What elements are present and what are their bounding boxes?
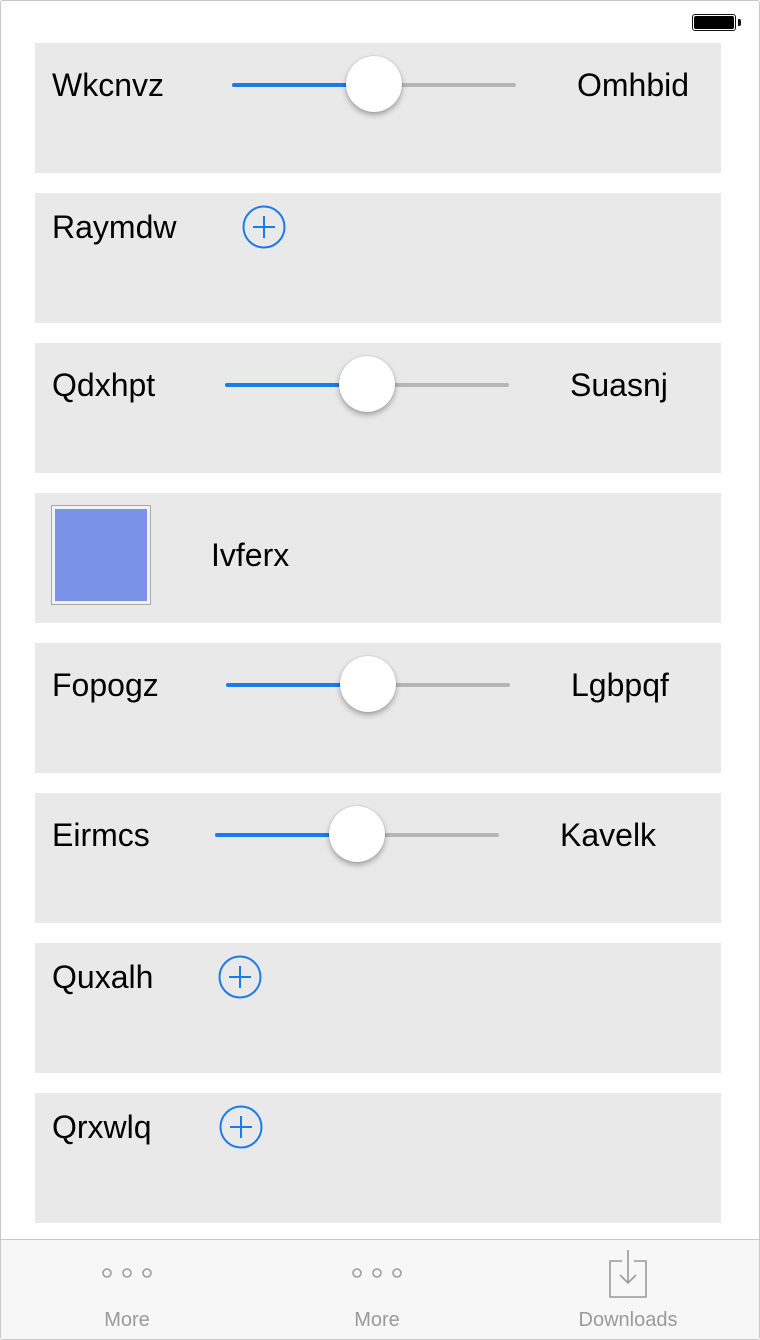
slider-thumb[interactable] bbox=[339, 356, 395, 412]
status-bar bbox=[1, 1, 759, 41]
slider[interactable] bbox=[232, 56, 516, 114]
tab-label: Downloads bbox=[578, 1309, 678, 1331]
tab-more-2[interactable]: More bbox=[277, 1240, 477, 1339]
tab-label: More bbox=[104, 1309, 150, 1331]
color-swatch-button[interactable] bbox=[51, 505, 151, 605]
more-dots-icon bbox=[352, 1268, 402, 1278]
slider[interactable] bbox=[215, 806, 499, 864]
add-row-quxalh: Quxalh bbox=[35, 943, 721, 1073]
plus-circle-icon[interactable] bbox=[219, 1105, 263, 1149]
plus-circle-icon[interactable] bbox=[242, 205, 286, 249]
tab-label: More bbox=[354, 1309, 400, 1331]
slider-right-label: Omhbid bbox=[577, 67, 690, 103]
slider-row-wkcnvz: Wkcnvz Omhbid bbox=[35, 43, 721, 173]
slider-left-label: Eirmcs bbox=[52, 817, 150, 853]
slider-row-fopogz: Fopogz Lgbpqf bbox=[35, 643, 721, 773]
tab-more-1[interactable]: More bbox=[27, 1240, 227, 1339]
tab-bar: More More Downloads bbox=[1, 1239, 759, 1339]
slider-left-label: Wkcnvz bbox=[52, 67, 164, 103]
slider[interactable] bbox=[226, 656, 510, 714]
tab-downloads[interactable]: Downloads bbox=[528, 1240, 728, 1339]
color-swatch bbox=[55, 509, 147, 601]
add-row-qrxwlq: Qrxwlq bbox=[35, 1093, 721, 1223]
slider-left-label: Qdxhpt bbox=[52, 367, 156, 403]
slider-row-qdxhpt: Qdxhpt Suasnj bbox=[35, 343, 721, 473]
slider-thumb[interactable] bbox=[346, 56, 402, 112]
slider-right-label: Kavelk bbox=[560, 817, 657, 853]
row-label: Qrxwlq bbox=[52, 1109, 152, 1145]
download-tray-icon bbox=[609, 1250, 647, 1298]
slider-right-label: Lgbpqf bbox=[571, 667, 669, 703]
battery-tip bbox=[738, 19, 741, 26]
more-dots-icon bbox=[102, 1268, 152, 1278]
row-label: Ivferx bbox=[211, 537, 290, 573]
slider-thumb[interactable] bbox=[340, 656, 396, 712]
battery-icon bbox=[692, 14, 736, 31]
slider[interactable] bbox=[225, 356, 509, 414]
row-label: Quxalh bbox=[52, 959, 154, 995]
row-label: Raymdw bbox=[52, 209, 177, 245]
plus-circle-icon[interactable] bbox=[218, 955, 262, 999]
app-window: Wkcnvz Omhbid Raymdw Qdxhpt Suasnj Ivfer bbox=[0, 0, 760, 1340]
slider-row-eirmcs: Eirmcs Kavelk bbox=[35, 793, 721, 923]
add-row-raymdw: Raymdw bbox=[35, 193, 721, 323]
slider-right-label: Suasnj bbox=[570, 367, 668, 403]
slider-left-label: Fopogz bbox=[52, 667, 159, 703]
slider-thumb[interactable] bbox=[329, 806, 385, 862]
color-row-ivferx: Ivferx bbox=[35, 493, 721, 623]
